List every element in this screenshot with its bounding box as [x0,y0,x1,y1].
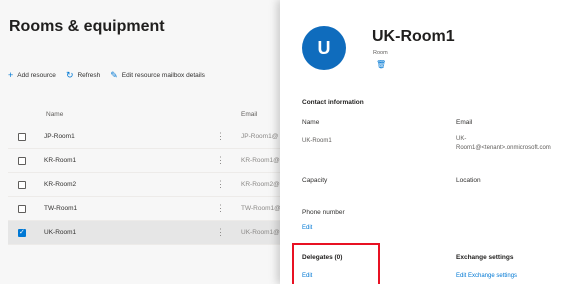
row-checkbox[interactable] [18,157,26,165]
row-name[interactable]: UK-Room1 [44,229,76,236]
row-checkbox[interactable] [18,228,26,237]
panel-subtitle: Room [373,50,388,56]
delegates-edit-link[interactable]: Edit [302,273,312,279]
name-value: UK-Room1 [302,138,332,144]
edit-mailbox-button[interactable]: ✎ Edit resource mailbox details [110,69,205,80]
panel-title: UK-Room1 [372,28,455,45]
row-checkbox[interactable] [18,181,26,189]
rooms-list-area: Rooms & equipment + Add resource ↻ Refre… [0,0,300,284]
more-options-icon[interactable]: ⋮ [216,131,225,142]
email-label: Email [456,119,473,126]
row-name[interactable]: JP-Room1 [44,133,75,140]
email-value-line2: Room1@<tenant>.onmicrosoft.com [456,145,551,151]
location-label: Location [456,177,481,184]
row-checkbox[interactable] [18,205,26,213]
refresh-icon: ↻ [65,69,74,80]
row-checkbox[interactable] [18,133,26,141]
page-title: Rooms & equipment [9,18,165,35]
delegates-label: Delegates (0) [302,254,343,261]
table-row[interactable]: TW-Room1 ⋮ TW-Room1@ [8,197,288,221]
list-header: Name Email [8,108,288,122]
table-row[interactable]: UK-Room1⋮UK-Room1@ [8,221,288,245]
room-detail-panel: U UK-Room1 Room 🗑 Contact information Na… [280,0,584,284]
room-list: JP-Room1 ⋮ JP-Room1@ KR-Room1 ⋮ KR-Room1@ KR-R… [8,125,288,245]
add-resource-label: Add resource [17,71,56,79]
name-label: Name [302,119,320,126]
more-options-icon[interactable]: ⋮ [216,179,225,190]
refresh-label: Refresh [77,71,101,79]
more-options-icon[interactable]: ⋮ [216,227,225,238]
phone-label: Phone number [302,209,345,216]
column-header-email[interactable]: Email [241,111,257,118]
table-row[interactable]: KR-Room2 ⋮ KR-Room2@ [8,173,288,197]
refresh-button[interactable]: ↻ Refresh [65,69,101,80]
more-options-icon[interactable]: ⋮ [216,203,225,214]
avatar: U [302,26,346,70]
toolbar: + Add resource ↻ Refresh ✎ Edit resource… [8,68,205,82]
email-value-line1: UK- [456,136,467,142]
table-row[interactable]: KR-Room1 ⋮ KR-Room1@ [8,149,288,173]
add-resource-button[interactable]: + Add resource [8,69,56,80]
exchange-settings-label: Exchange settings [456,254,514,261]
delete-icon[interactable]: 🗑 [376,60,386,69]
table-row[interactable]: JP-Room1 ⋮ JP-Room1@ [8,125,288,149]
plus-icon: + [8,69,14,80]
pencil-icon: ✎ [110,69,118,80]
exchange-settings-edit-link[interactable]: Edit Exchange settings [456,273,517,279]
capacity-label: Capacity [302,177,328,184]
row-name[interactable]: TW-Room1 [44,205,77,212]
column-header-name[interactable]: Name [46,111,63,118]
row-name[interactable]: KR-Room2 [44,181,76,188]
phone-edit-link[interactable]: Edit [302,225,312,231]
contact-section-title: Contact information [302,99,364,106]
edit-mailbox-label: Edit resource mailbox details [121,71,205,79]
more-options-icon[interactable]: ⋮ [216,155,225,166]
row-name[interactable]: KR-Room1 [44,157,76,164]
